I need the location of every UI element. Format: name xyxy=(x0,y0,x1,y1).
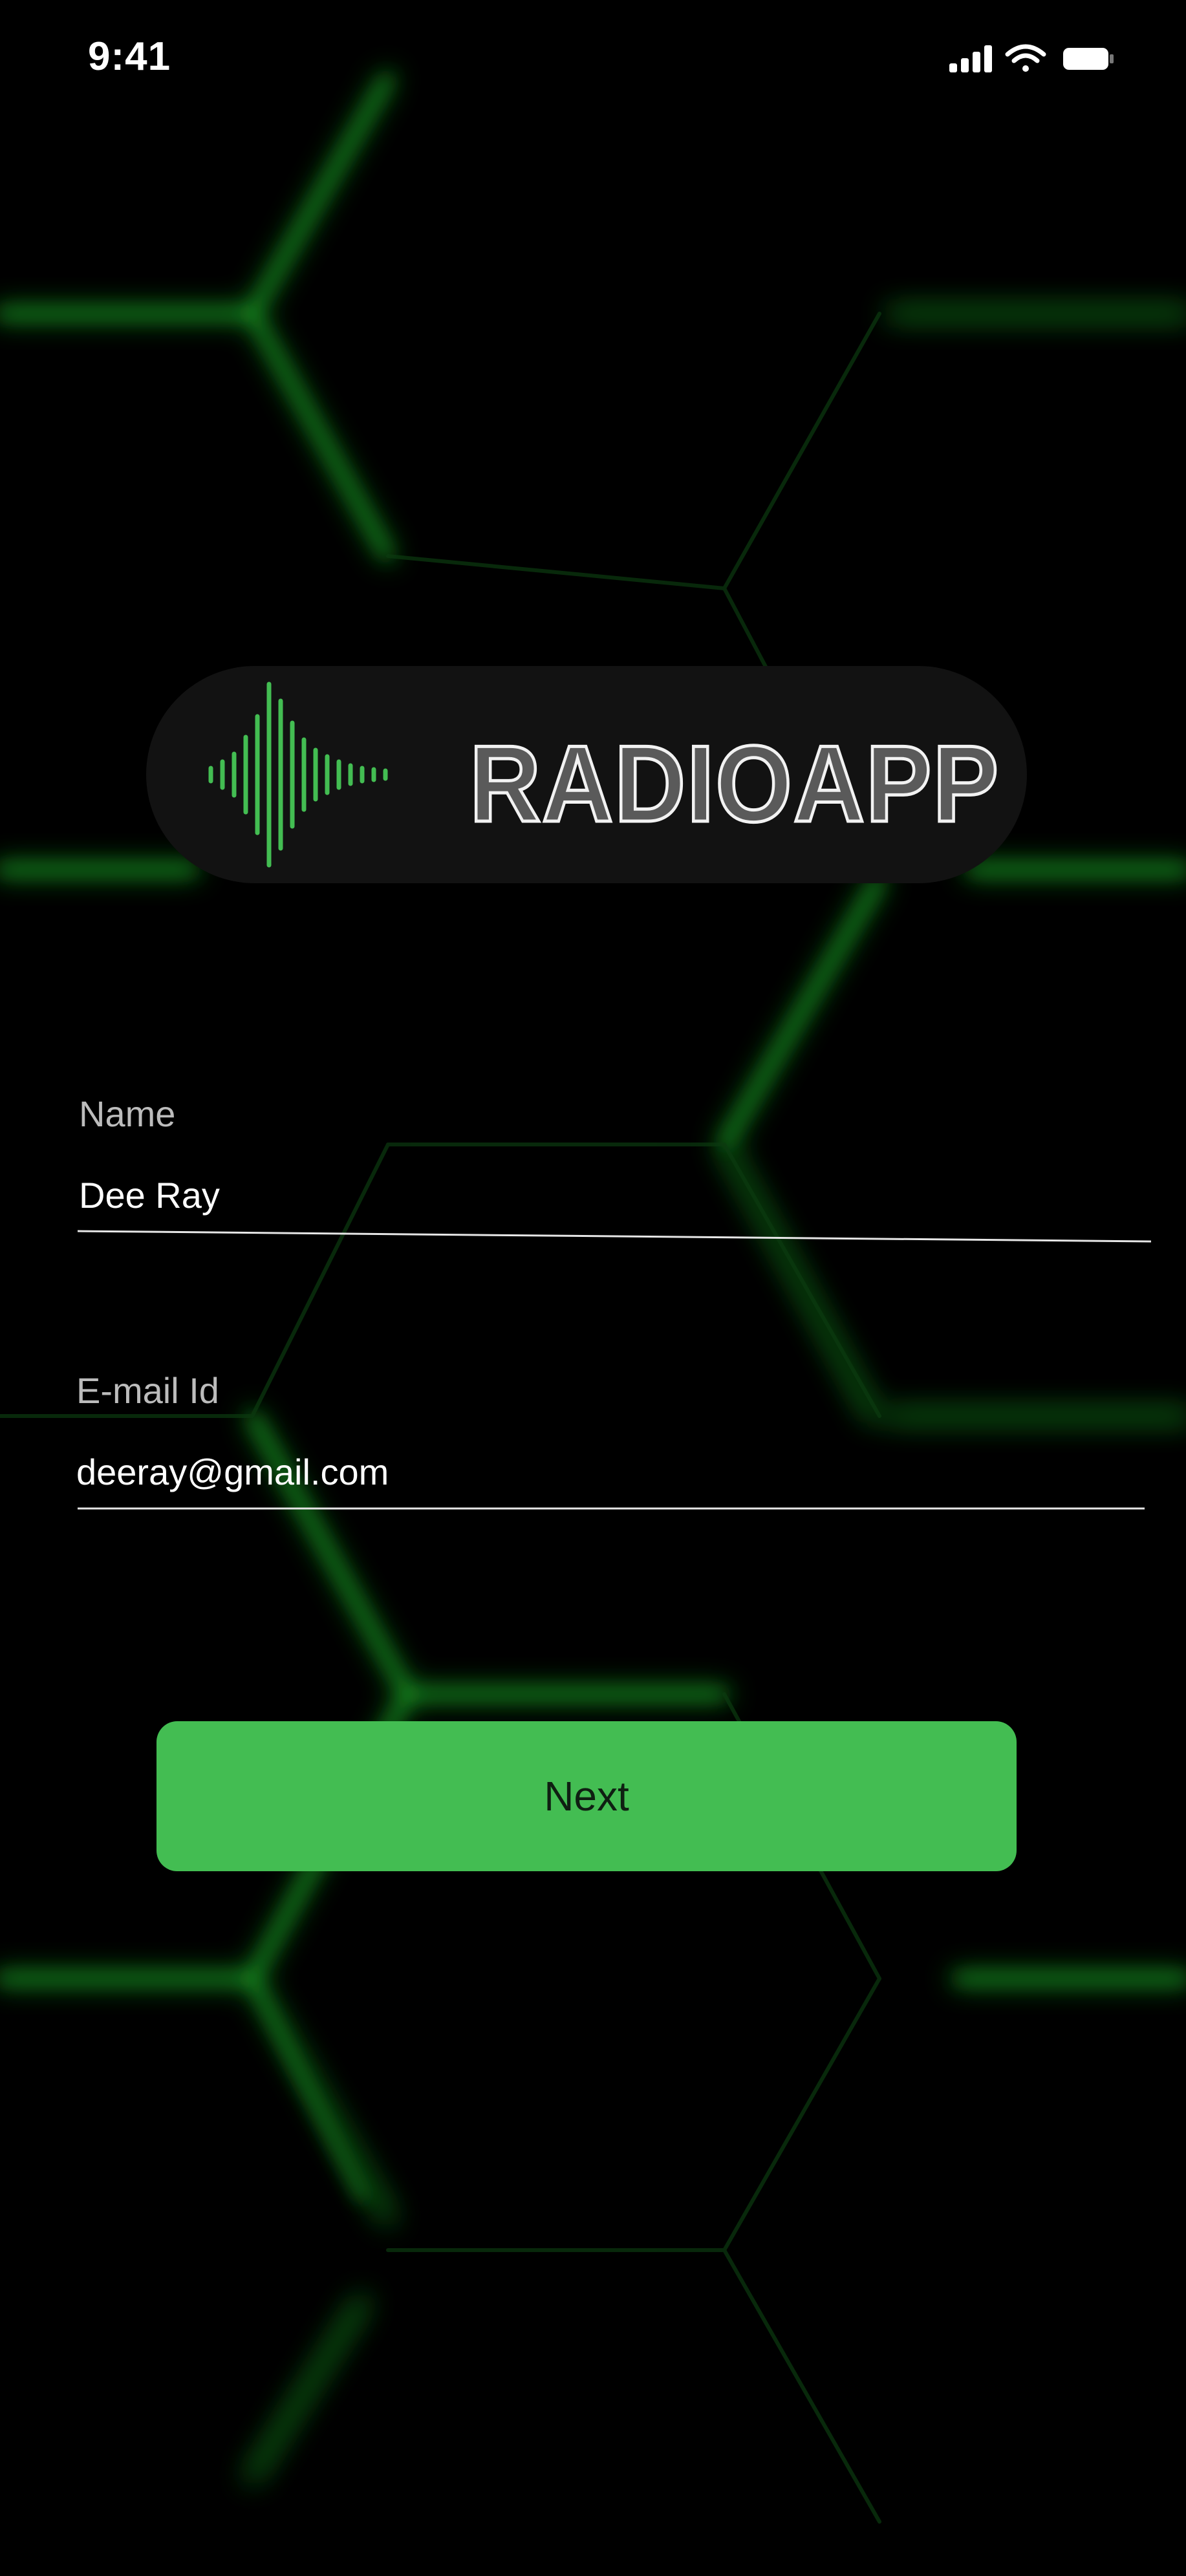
status-icons xyxy=(949,44,1114,72)
status-bar: 9:41 xyxy=(0,0,1186,116)
email-label: E-mail Id xyxy=(76,1370,219,1411)
email-underline xyxy=(78,1507,1145,1510)
battery-icon xyxy=(1063,48,1114,70)
logo-wordmark: RADIOAPP xyxy=(469,722,1000,841)
email-input[interactable] xyxy=(76,1446,1143,1497)
next-button[interactable]: Next xyxy=(156,1721,1017,1871)
wifi-icon xyxy=(1005,44,1046,72)
cellular-signal-icon xyxy=(949,45,992,72)
status-time: 9:41 xyxy=(88,34,171,79)
app-logo: RADIOAPP xyxy=(146,666,1027,883)
hexagon-background xyxy=(0,70,1186,2524)
sound-wave-icon xyxy=(208,682,388,868)
logo-text: RADIOAPP xyxy=(469,723,1000,841)
name-input[interactable] xyxy=(79,1169,1152,1221)
name-underline xyxy=(78,1230,1152,1243)
name-label: Name xyxy=(79,1093,176,1134)
